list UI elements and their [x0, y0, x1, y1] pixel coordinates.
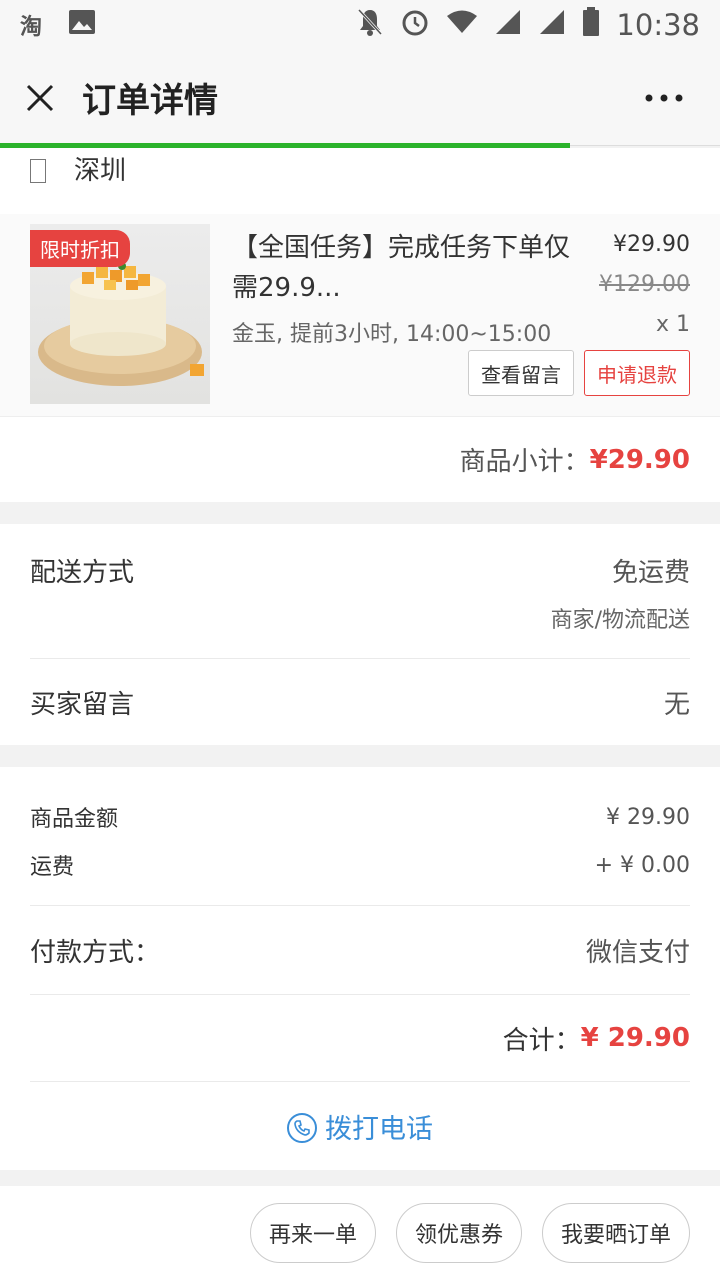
goods-amount-label: 商品金额 — [30, 807, 119, 832]
delivery-label: 配送方式 — [30, 558, 135, 588]
get-coupon-button[interactable]: 领优惠券 — [395, 1203, 522, 1263]
goods-amount-row: 商品金额 ¥ 29.90 — [30, 793, 690, 841]
address-city: 深圳 — [74, 155, 127, 186]
taobao-icon: 淘 — [20, 15, 43, 40]
delivery-fee: 免运费 — [611, 558, 690, 588]
product-title[interactable]: 【全国任务】完成任务下单仅需29.9... — [232, 228, 582, 308]
total-row: 合计： ¥ 29.90 — [30, 995, 690, 1081]
freight-value: + ¥ 0.00 — [594, 852, 690, 878]
navigation-bar: 订单详情 — [0, 50, 720, 145]
freight-row: 运费 + ¥ 0.00 — [30, 841, 690, 889]
delivery-method: 商家/物流配送 — [550, 608, 690, 633]
page-title: 订单详情 — [82, 81, 218, 121]
close-icon[interactable] — [0, 50, 80, 145]
total-label: 合计： — [502, 1025, 581, 1056]
more-options-icon[interactable] — [634, 68, 694, 128]
product-info: 【全国任务】完成任务下单仅需29.9... 金玉, 提前3小时, 14:00~1… — [232, 224, 690, 416]
amounts-section: 商品金额 ¥ 29.90 运费 + ¥ 0.00 — [30, 767, 690, 905]
payment-method-row: 付款方式： 微信支付 — [30, 906, 690, 994]
freight-label: 运费 — [30, 855, 75, 880]
call-phone-label: 拨打电话 — [325, 1113, 433, 1145]
section-gap — [0, 745, 720, 767]
discount-tag: 限时折扣 — [30, 230, 130, 267]
delivery-panel: 配送方式 免运费 商家/物流配送 买家留言 无 — [0, 524, 720, 745]
product-actions: 查看留言 申请退款 — [468, 350, 690, 396]
buyer-message-label: 买家留言 — [30, 689, 135, 720]
product-card[interactable]: 限时折扣 【全国任务】完成任务下单仅需29.9... 金玉, 提前3小时, 14… — [0, 214, 720, 416]
image-icon — [68, 9, 96, 42]
total-value: ¥ 29.90 — [580, 1023, 690, 1053]
order-content: 深圳 限时折扣 【全国任务】完成任务下单仅需29.9... 金玉, 提前3小时,… — [0, 148, 720, 1170]
status-bar: 淘 10:38 — [0, 0, 720, 50]
subtotal-label: 商品小计： — [459, 447, 590, 477]
progress-track — [570, 145, 720, 146]
signal-icon-2 — [538, 8, 566, 43]
subtotal-value: ¥29.90 — [589, 444, 690, 475]
payment-method-label: 付款方式： — [30, 937, 161, 968]
section-gap — [0, 502, 720, 524]
share-order-button[interactable]: 我要晒订单 — [541, 1203, 690, 1263]
signal-icon — [494, 8, 522, 43]
wifi-icon — [446, 9, 478, 42]
mute-notification-icon — [356, 7, 384, 44]
bottom-action-bar: 再来一单 领优惠券 我要晒订单 — [0, 1186, 720, 1280]
product-sku: 金玉, 提前3小时, 14:00~15:00 — [232, 322, 552, 347]
reorder-button[interactable]: 再来一单 — [249, 1203, 376, 1263]
alarm-icon — [400, 7, 430, 44]
delivery-row: 配送方式 免运费 商家/物流配送 — [30, 524, 690, 658]
product-price: ¥29.90 — [613, 232, 690, 257]
location-icon — [30, 159, 46, 183]
address-section: 深圳 — [0, 148, 720, 214]
clock-time: 10:38 — [616, 8, 700, 42]
product-image[interactable]: 限时折扣 — [30, 224, 210, 404]
product-quantity: x 1 — [655, 312, 690, 337]
phone-icon — [287, 1113, 317, 1143]
view-message-button[interactable]: 查看留言 — [468, 350, 574, 396]
payment-method-value: 微信支付 — [585, 937, 690, 968]
subtotal-row: 商品小计： ¥29.90 — [0, 416, 720, 502]
call-phone-button[interactable]: 拨打电话 — [30, 1082, 690, 1170]
refund-button[interactable]: 申请退款 — [584, 350, 690, 396]
buyer-message-row: 买家留言 无 — [30, 659, 690, 745]
buyer-message-value: 无 — [663, 689, 690, 720]
battery-icon — [582, 6, 600, 44]
goods-amount-value: ¥ 29.90 — [606, 804, 690, 830]
product-original-price: ¥129.00 — [599, 272, 690, 297]
payment-panel: 商品金额 ¥ 29.90 运费 + ¥ 0.00 付款方式： 微信支付 合计： … — [0, 767, 720, 1170]
